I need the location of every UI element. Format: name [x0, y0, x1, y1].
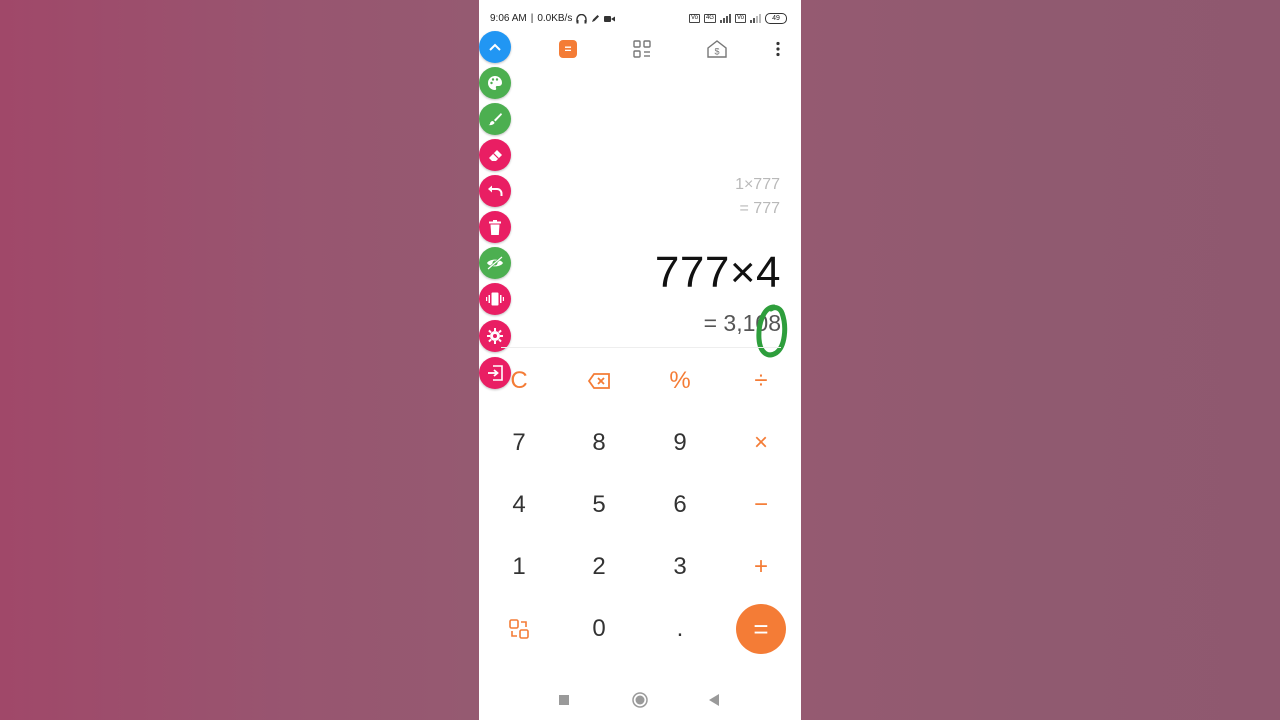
key-9[interactable]: 9 [640, 412, 720, 474]
key-1[interactable]: 1 [479, 536, 559, 598]
more-vert-icon [776, 41, 780, 57]
current-expression: 777×4 [654, 248, 781, 297]
key-2[interactable]: 2 [559, 536, 639, 598]
grid-apps-tab[interactable] [631, 38, 653, 60]
battery-icon: 49 [765, 13, 787, 24]
headphones-icon [576, 13, 588, 23]
square-recents-icon [559, 695, 569, 705]
calculator-tab[interactable]: = [557, 38, 579, 60]
app-toolbar: = $ [479, 36, 801, 62]
more-options-button[interactable] [767, 38, 789, 60]
key-8[interactable]: 8 [559, 412, 639, 474]
grid-apps-icon [633, 40, 651, 58]
percent-key[interactable]: % [640, 350, 720, 412]
calculator-display: 1×777 = 777 777×4 = 3,108 [479, 170, 801, 350]
calculator-icon: = [559, 40, 577, 58]
clear-key[interactable]: C [479, 350, 559, 412]
network-type-icon: 4G [703, 14, 716, 23]
subtract-key[interactable]: − [721, 474, 801, 536]
decimal-key[interactable]: . [640, 598, 720, 660]
volte-icon-2: Vo [734, 14, 746, 23]
home-button[interactable] [630, 692, 650, 708]
recents-button[interactable] [554, 692, 574, 708]
signal-icon-2 [750, 14, 761, 23]
signal-icon [719, 14, 731, 23]
brush-button[interactable] [479, 103, 511, 135]
multiply-key[interactable]: × [721, 412, 801, 474]
pencil-icon [592, 15, 600, 22]
phone-screen: 9:06 AM | 0.0KB/s Vo 4G Vo 49 = $ 1×777 … [479, 0, 801, 720]
equals-button-circle: = [736, 604, 786, 654]
navigation-bar [479, 682, 801, 720]
volte-icon: Vo [688, 14, 700, 23]
status-speed: 0.0KB/s [537, 13, 573, 24]
equals-key[interactable]: = [721, 598, 801, 660]
color-palette-button[interactable] [479, 67, 511, 99]
video-camera-icon [604, 15, 616, 22]
eraser-button[interactable] [479, 139, 511, 171]
display-divider [501, 347, 781, 348]
swap-convert-icon [509, 619, 529, 639]
key-4[interactable]: 4 [479, 474, 559, 536]
blurred-background-right [801, 0, 1280, 720]
chevron-up-icon [489, 43, 501, 51]
back-button[interactable] [704, 692, 724, 708]
status-bar: 9:06 AM | 0.0KB/s Vo 4G Vo 49 [479, 10, 801, 28]
divide-key[interactable]: ÷ [721, 350, 801, 412]
blurred-background-left [0, 0, 479, 720]
convert-mode-key[interactable] [479, 598, 559, 660]
key-3[interactable]: 3 [640, 536, 720, 598]
history-expression: 1×777 [735, 176, 780, 193]
home-currency-tab[interactable]: $ [706, 38, 728, 60]
circle-home-icon [632, 692, 648, 708]
eraser-icon [488, 149, 502, 161]
home-currency-icon: $ [707, 40, 727, 58]
keypad: C % ÷ 7 8 9 × 4 5 6 − 1 2 3 + 0 . = [479, 350, 801, 660]
key-0[interactable]: 0 [559, 598, 639, 660]
backspace-icon [588, 373, 610, 389]
collapse-toolbar-button[interactable] [479, 31, 511, 63]
add-key[interactable]: + [721, 536, 801, 598]
history-result: = 777 [739, 200, 780, 217]
key-5[interactable]: 5 [559, 474, 639, 536]
brush-icon [488, 113, 502, 126]
status-time: 9:06 AM [490, 13, 527, 24]
palette-icon [488, 76, 502, 90]
key-7[interactable]: 7 [479, 412, 559, 474]
key-6[interactable]: 6 [640, 474, 720, 536]
triangle-back-icon [709, 694, 719, 706]
backspace-key[interactable] [559, 350, 639, 412]
svg-text:$: $ [714, 47, 719, 57]
